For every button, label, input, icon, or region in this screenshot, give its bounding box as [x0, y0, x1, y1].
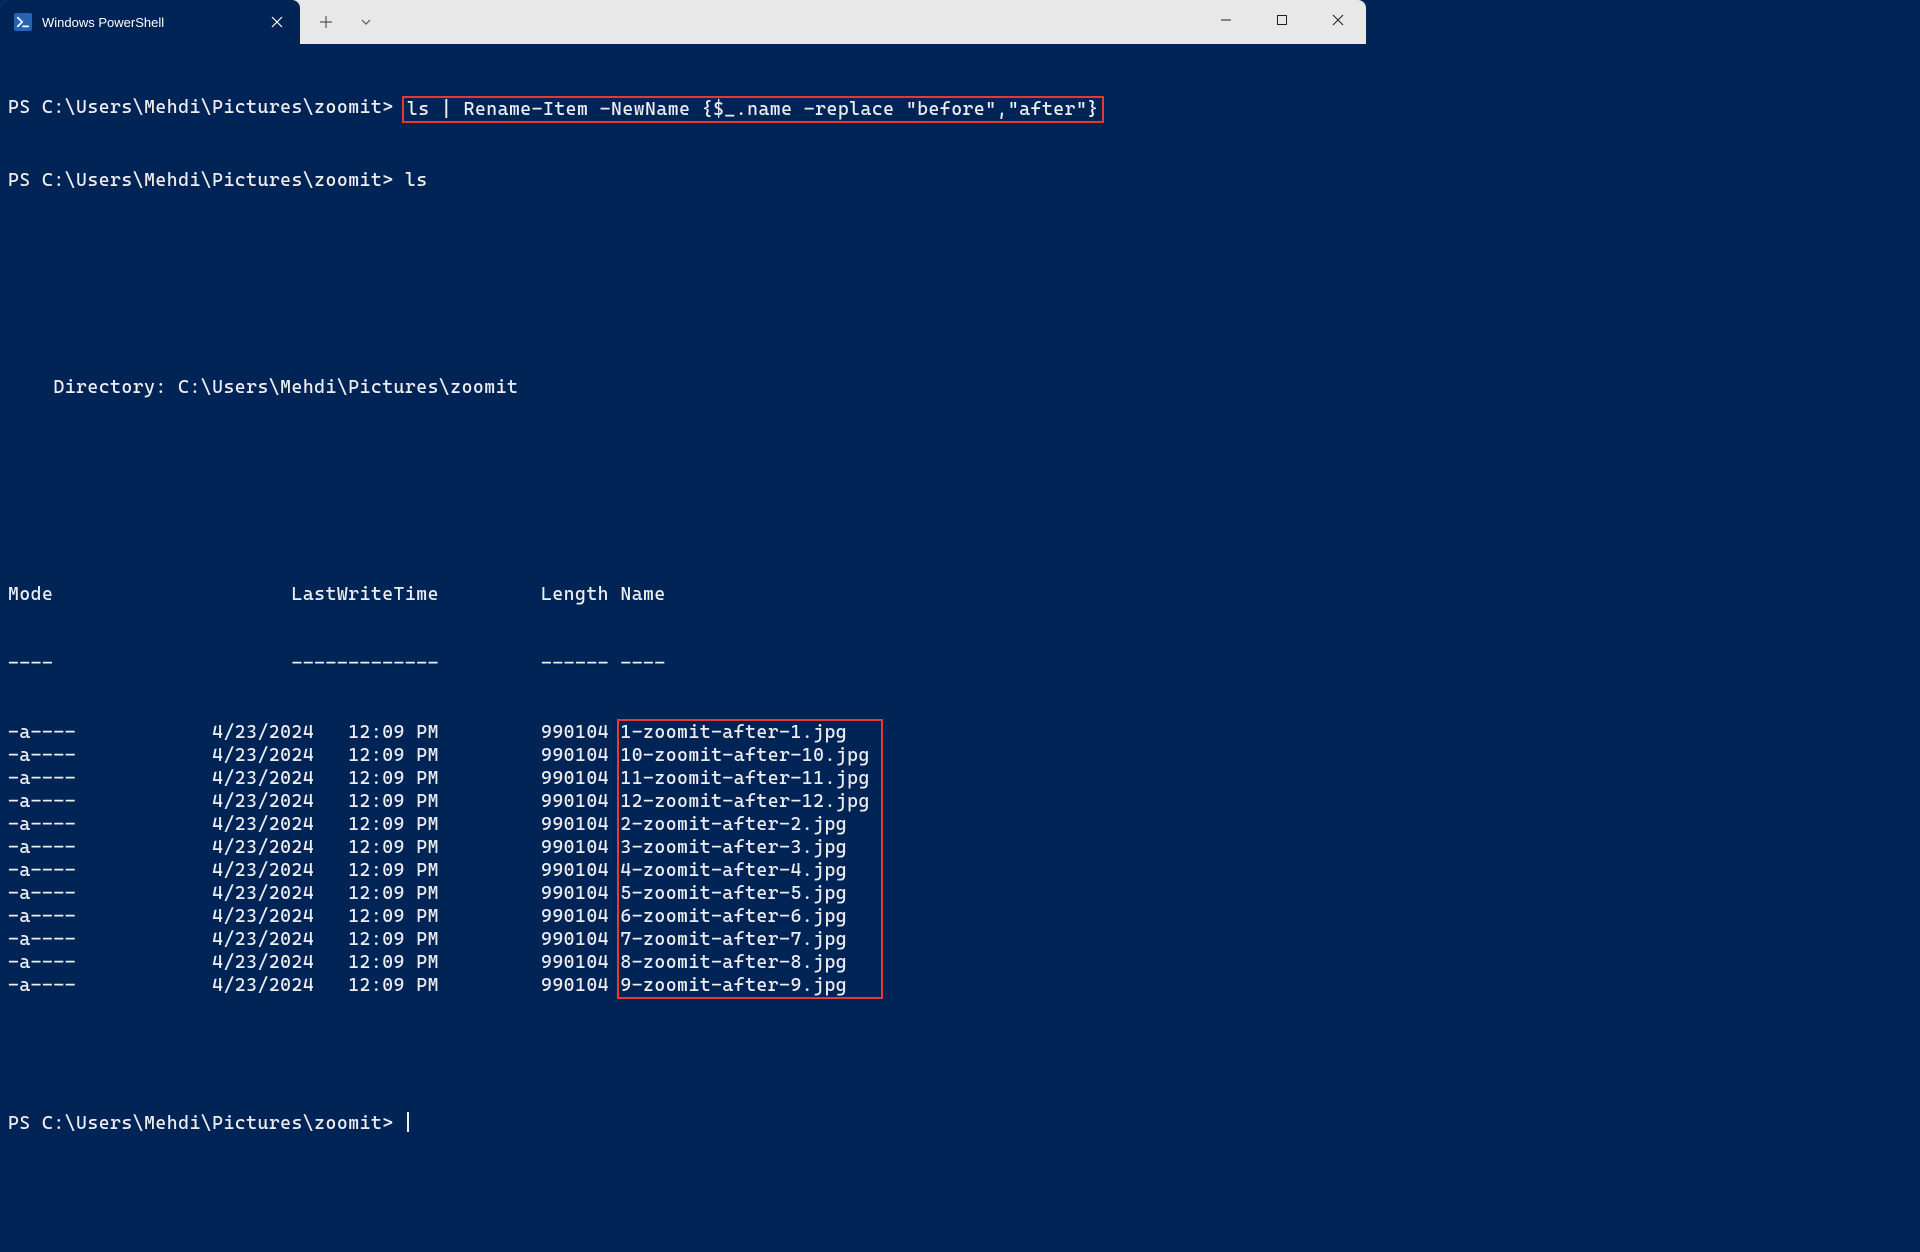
new-tab-button[interactable]	[308, 4, 344, 40]
prompt-text: PS C:\Users\Mehdi\Pictures\zoomit>	[8, 169, 394, 192]
table-row: -a---- 4/23/2024 12:09 PM 990104 8-zoomi…	[8, 951, 1358, 974]
tab-title: Windows PowerShell	[42, 15, 258, 30]
terminal-output[interactable]: PS C:\Users\Mehdi\Pictures\zoomit> ls | …	[0, 44, 1366, 891]
tab-powershell[interactable]: Windows PowerShell	[0, 0, 300, 44]
table-divider-row: ---- ------------- ------ ----	[8, 652, 1358, 675]
prompt-line-1: PS C:\Users\Mehdi\Pictures\zoomit> ls | …	[8, 96, 1358, 123]
table-row: -a---- 4/23/2024 12:09 PM 990104 6-zoomi…	[8, 905, 1358, 928]
blank-line	[8, 445, 1358, 468]
table-row: -a---- 4/23/2024 12:09 PM 990104 10-zoom…	[8, 744, 1358, 767]
directory-line: Directory: C:\Users\Mehdi\Pictures\zoomi…	[8, 376, 1358, 399]
table-row: -a---- 4/23/2024 12:09 PM 990104 11-zoom…	[8, 767, 1358, 790]
table-row: -a---- 4/23/2024 12:09 PM 990104 7-zoomi…	[8, 928, 1358, 951]
blank-line	[8, 238, 1358, 261]
window-controls	[1198, 0, 1366, 44]
prompt-line-2: PS C:\Users\Mehdi\Pictures\zoomit> ls	[8, 169, 1358, 192]
tab-actions	[300, 0, 384, 44]
table-row: -a---- 4/23/2024 12:09 PM 990104 12-zoom…	[8, 790, 1358, 813]
blank-line	[8, 307, 1358, 330]
command-text: ls	[405, 169, 428, 192]
table-header-row: Mode LastWriteTime Length Name	[8, 583, 1358, 606]
table-row: -a---- 4/23/2024 12:09 PM 990104 2-zoomi…	[8, 813, 1358, 836]
table-row: -a---- 4/23/2024 12:09 PM 990104 9-zoomi…	[8, 974, 1358, 997]
tab-dropdown-button[interactable]	[348, 4, 384, 40]
highlighted-command: ls | Rename-Item -NewName {$_.name -repl…	[402, 96, 1104, 123]
table-data-rows: -a---- 4/23/2024 12:09 PM 990104 1-zoomi…	[8, 721, 1358, 997]
minimize-button[interactable]	[1198, 0, 1254, 40]
blank-line	[8, 514, 1358, 537]
table-row: -a---- 4/23/2024 12:09 PM 990104 1-zoomi…	[8, 721, 1358, 744]
table-row: -a---- 4/23/2024 12:09 PM 990104 5-zoomi…	[8, 882, 1358, 905]
close-tab-icon[interactable]	[268, 13, 286, 31]
blank-line	[8, 1043, 1358, 1066]
table-row: -a---- 4/23/2024 12:09 PM 990104 4-zoomi…	[8, 859, 1358, 882]
prompt-line-3: PS C:\Users\Mehdi\Pictures\zoomit>	[8, 1112, 1358, 1135]
powershell-icon	[14, 13, 32, 31]
table-row: -a---- 4/23/2024 12:09 PM 990104 3-zoomi…	[8, 836, 1358, 859]
maximize-button[interactable]	[1254, 0, 1310, 40]
titlebar: Windows PowerShell	[0, 0, 1366, 44]
close-window-button[interactable]	[1310, 0, 1366, 40]
prompt-text: PS C:\Users\Mehdi\Pictures\zoomit>	[8, 1112, 394, 1135]
cursor	[407, 1112, 409, 1132]
prompt-text: PS C:\Users\Mehdi\Pictures\zoomit>	[8, 96, 394, 123]
